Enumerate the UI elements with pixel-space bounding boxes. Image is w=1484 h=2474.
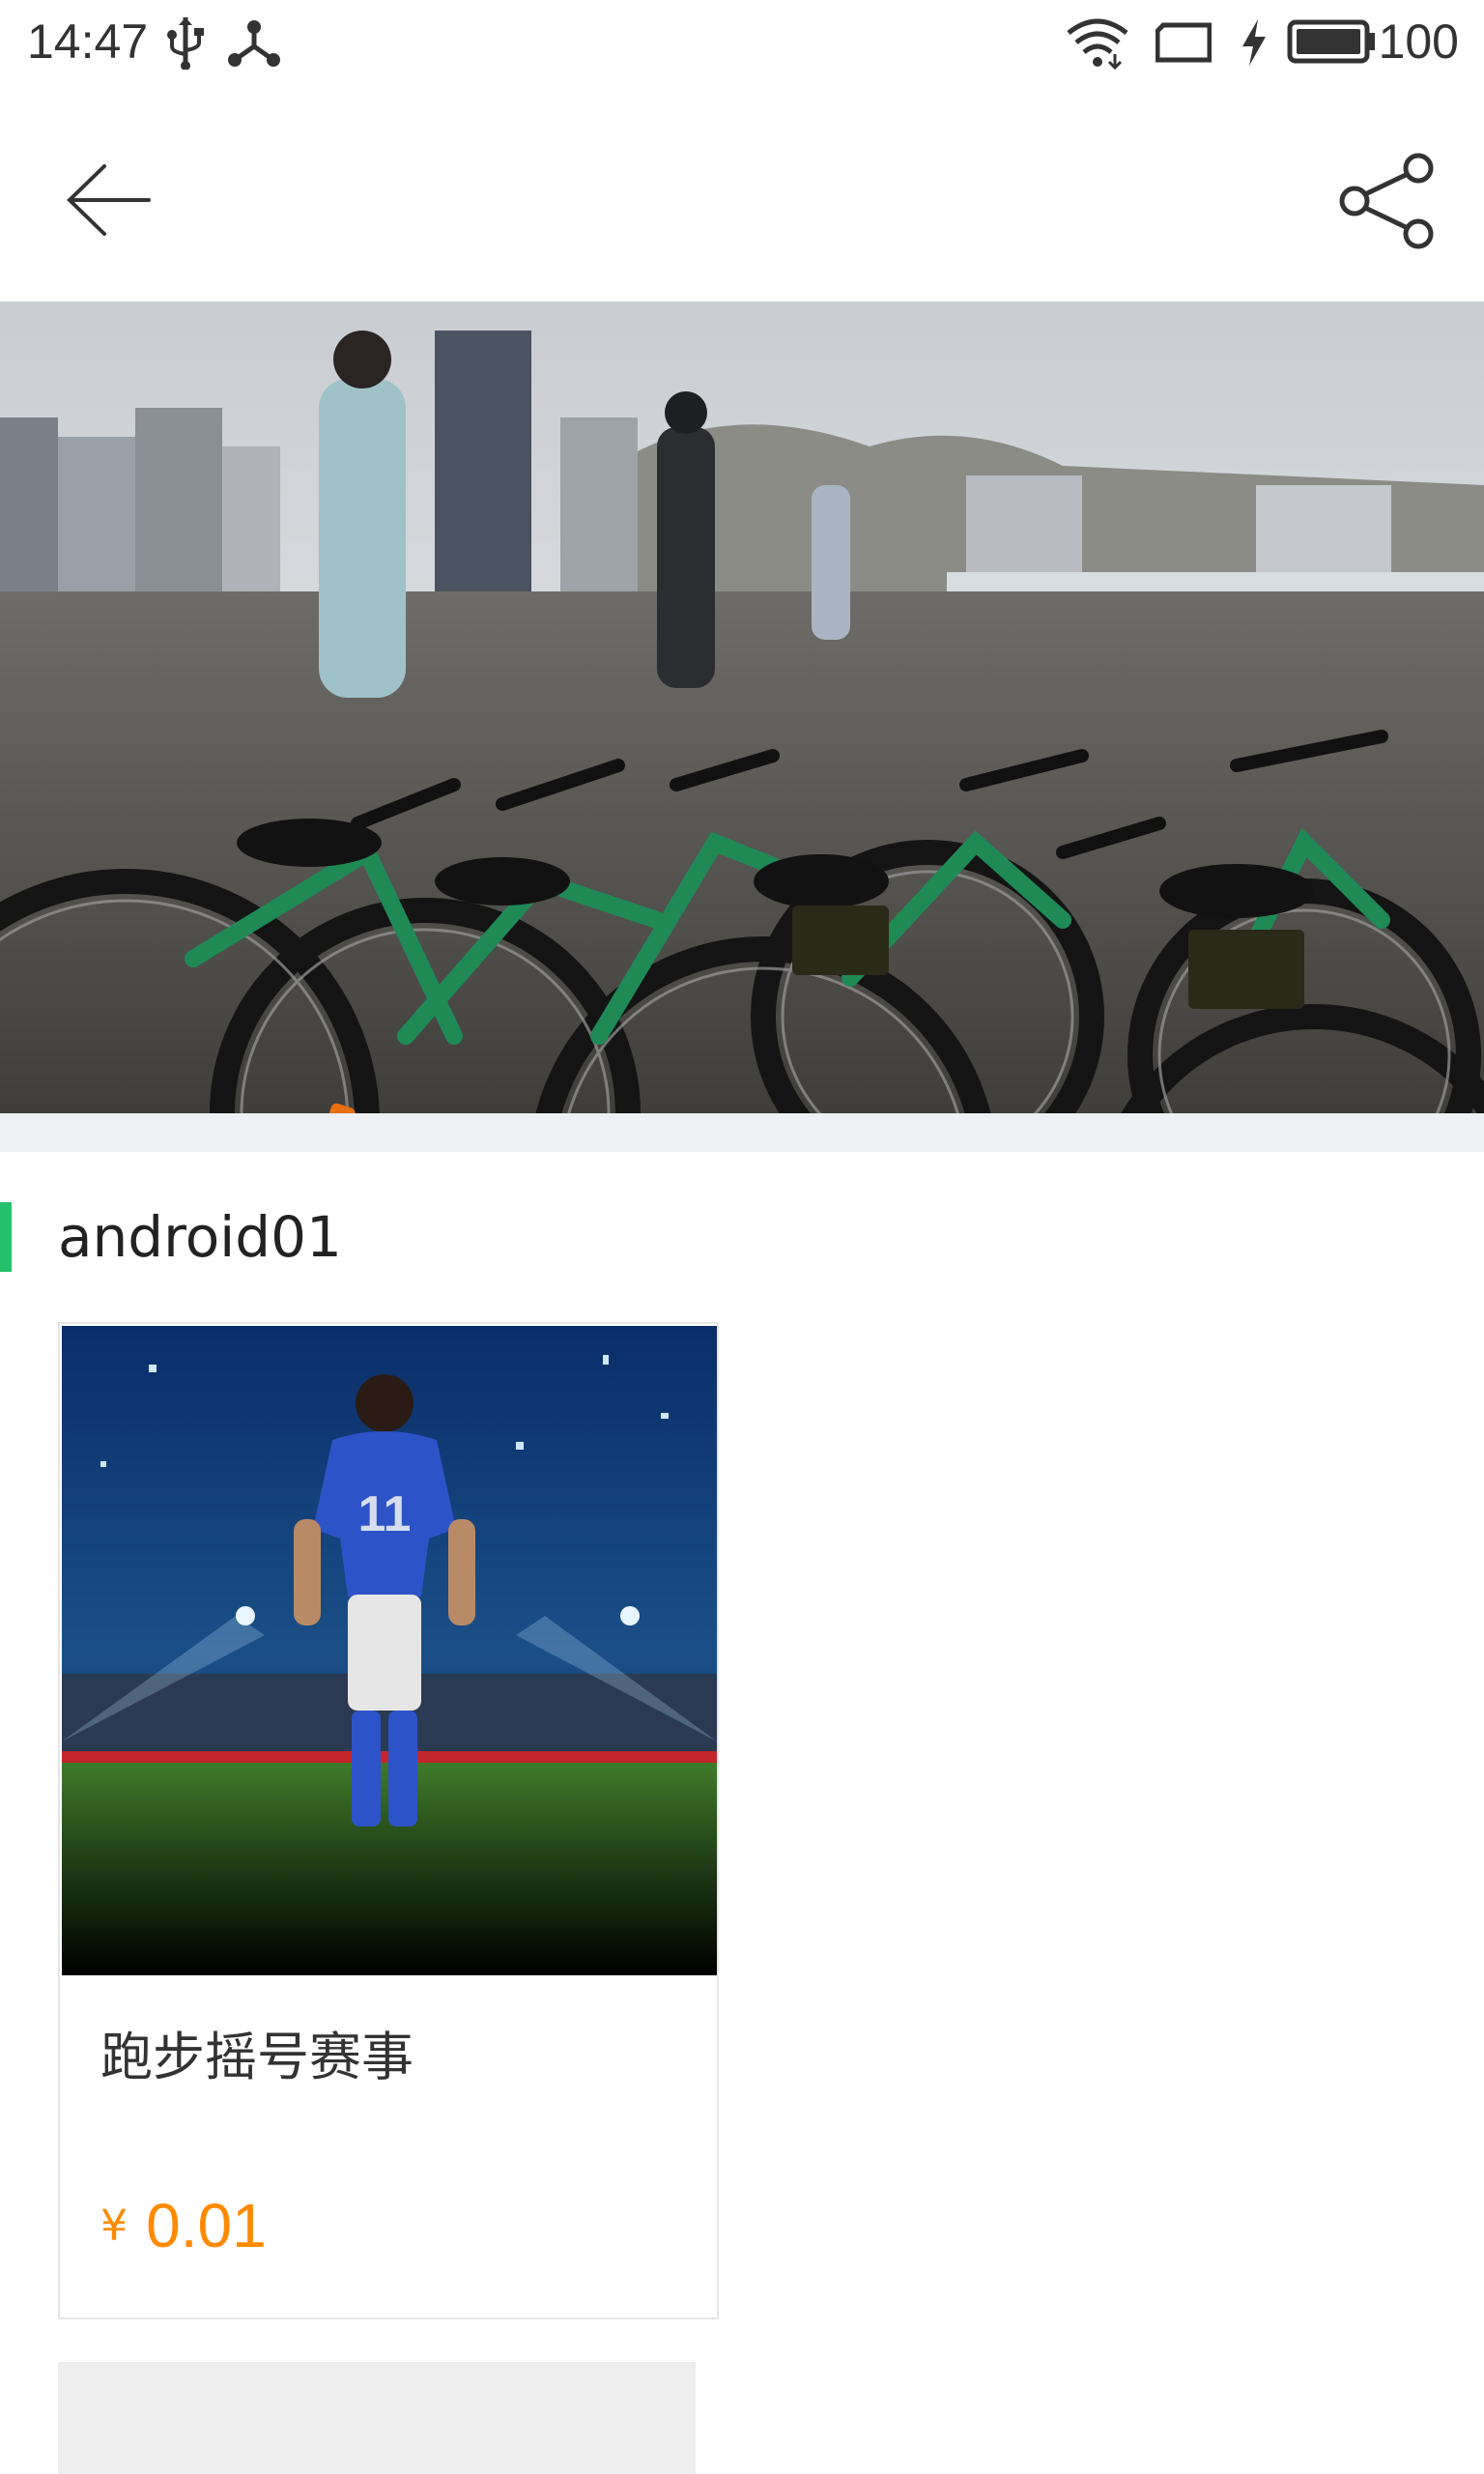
section-title: android01 [58, 1204, 342, 1270]
usb-icon [167, 17, 204, 70]
bicycles-photo [0, 302, 1484, 1113]
product-card-placeholder[interactable] [58, 2362, 696, 2474]
section-separator [0, 1113, 1484, 1152]
section-accent-bar [0, 1202, 12, 1272]
wifi-icon [1067, 18, 1128, 70]
status-time: 14:47 [27, 14, 149, 69]
charging-icon [1242, 19, 1266, 66]
price-amount: 0.01 [146, 2191, 267, 2260]
banner-image[interactable] [0, 302, 1484, 1113]
product-price: ¥ 0.01 [100, 2190, 267, 2261]
share-icon [1339, 153, 1434, 249]
screen-rotate-icon [1156, 22, 1212, 63]
share-button[interactable] [1333, 147, 1440, 253]
soccer-player-photo: 11 [62, 1326, 717, 1975]
status-bar: 14:47 100 [0, 0, 1484, 89]
app-bar [0, 89, 1484, 302]
battery-percentage: 100 [1378, 14, 1459, 69]
product-image: 11 [62, 1326, 717, 1975]
product-title: 跑步摇号赛事 [100, 2027, 414, 2087]
share-network-icon [228, 20, 280, 67]
svg-text:11: 11 [358, 1486, 412, 1542]
currency-symbol: ¥ [100, 2201, 128, 2251]
battery-icon [1287, 19, 1375, 64]
section-header: android01 [0, 1198, 1484, 1276]
back-button[interactable] [54, 147, 160, 253]
arrow-left-icon [67, 164, 151, 236]
product-card[interactable]: 11 跑步摇号赛事 ¥ 0.01 [58, 1322, 719, 2319]
